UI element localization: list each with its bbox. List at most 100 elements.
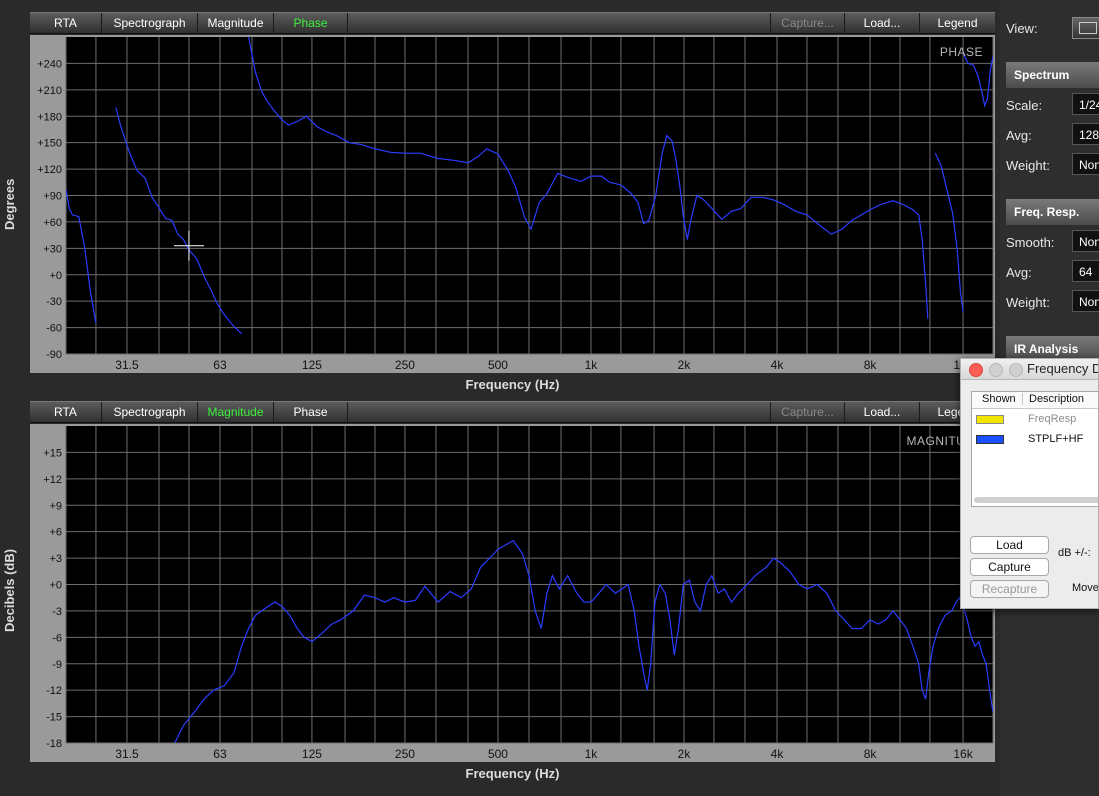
- tab-spectrograph-bottom[interactable]: Spectrograph: [102, 402, 198, 422]
- y-tick-label: +90: [43, 191, 62, 203]
- y-tick-label: -12: [46, 685, 62, 697]
- y-tick-label: +210: [37, 85, 62, 97]
- close-window-icon[interactable]: [969, 363, 983, 377]
- view-toggle-button[interactable]: [1072, 17, 1099, 39]
- x-tick-label: 250: [395, 747, 415, 761]
- trace-color-swatch[interactable]: [976, 415, 1004, 424]
- x-tick-label: 125: [302, 747, 322, 761]
- x-tick-label: 4k: [771, 747, 785, 761]
- top-tab-bar: RTA Spectrograph Magnitude Phase Capture…: [30, 12, 995, 34]
- dialog-title: Frequency Data: [1027, 361, 1098, 376]
- tab-rta-bottom[interactable]: RTA: [30, 402, 102, 422]
- y-tick-label: +15: [43, 447, 62, 459]
- trace-description: STPLF+HF: [1028, 433, 1084, 445]
- move-label: Move: [1072, 582, 1099, 594]
- phase-chart-panel: -90 -60 -30 +0 +30 +60 +90 +120 +150 +180 +210 +240…: [30, 35, 995, 373]
- chart-title: PHASE: [940, 45, 983, 59]
- db-offset-label: dB +/-:: [1058, 547, 1091, 559]
- tab-magnitude[interactable]: Magnitude: [198, 13, 274, 33]
- freq-resp-smooth-label: Smooth:: [1006, 235, 1055, 250]
- tab-phase[interactable]: Phase: [274, 13, 348, 33]
- capture-button[interactable]: Capture...: [770, 13, 845, 33]
- y-tick-label: -9: [52, 659, 62, 671]
- trace-row[interactable]: STPLF+HF: [972, 431, 1098, 449]
- y-tick-label: +9: [49, 500, 62, 512]
- load-button[interactable]: Load...: [845, 13, 920, 33]
- y-tick-label: +120: [37, 164, 62, 176]
- y-tick-label: -15: [46, 712, 62, 724]
- x-tick-label: 16k: [953, 747, 973, 761]
- x-tick-label: 1k: [585, 747, 599, 761]
- x-tick-label: 250: [395, 358, 415, 372]
- freq-resp-avg-label: Avg:: [1006, 265, 1032, 280]
- y-tick-label: +6: [49, 527, 62, 539]
- trace-list[interactable]: Shown Description FreqResp STPLF+HF: [971, 391, 1098, 507]
- y-tick-label: +12: [43, 474, 62, 486]
- y-tick-label: -6: [52, 632, 62, 644]
- y-tick-label: +60: [43, 217, 62, 229]
- y-tick-label: +30: [43, 243, 62, 255]
- frequency-data-dialog: Frequency Data Shown Description FreqRes…: [960, 358, 1099, 609]
- tab-spectrograph[interactable]: Spectrograph: [102, 13, 198, 33]
- magnitude-y-axis-label: Decibels (dB): [2, 548, 17, 632]
- y-tick-label: +180: [37, 111, 62, 123]
- magnitude-chart[interactable]: -18 -15 -12 -9 -6 -3 +0 +3 +6 +9 +12 +15 31.5 63 125 25…: [30, 424, 995, 762]
- dialog-title-bar[interactable]: Frequency Data: [961, 359, 1098, 380]
- y-tick-label: -60: [46, 323, 62, 335]
- freq-resp-weight-select[interactable]: None: [1072, 290, 1099, 312]
- window-icon: [1079, 22, 1097, 34]
- x-tick-label: 2k: [678, 747, 692, 761]
- spectrum-section-header[interactable]: Spectrum: [1006, 62, 1099, 88]
- spectrum-avg-label: Avg:: [1006, 128, 1032, 143]
- spectrum-scale-label: Scale:: [1006, 98, 1043, 113]
- description-column-header[interactable]: Description: [1022, 393, 1084, 405]
- x-tick-label: 8k: [864, 358, 878, 372]
- x-tick-label: 125: [302, 358, 322, 372]
- freq-resp-smooth-select[interactable]: None: [1072, 230, 1099, 252]
- x-tick-label: 500: [488, 358, 508, 372]
- dialog-recapture-button[interactable]: Recapture: [970, 580, 1049, 598]
- minimize-window-icon[interactable]: [989, 363, 1003, 377]
- zoom-window-icon[interactable]: [1009, 363, 1023, 377]
- phase-x-axis-label: Frequency (Hz): [465, 377, 560, 392]
- y-tick-label: +150: [37, 138, 62, 150]
- load-button-bottom[interactable]: Load...: [845, 402, 920, 422]
- trace-description: FreqResp: [1028, 413, 1077, 425]
- shown-column-header[interactable]: Shown: [982, 393, 1016, 405]
- spectrum-weight-label: Weight:: [1006, 158, 1050, 173]
- spectrum-scale-select[interactable]: 1/24: [1072, 93, 1099, 115]
- y-tick-label: +240: [37, 58, 62, 70]
- capture-button-bottom[interactable]: Capture...: [770, 402, 845, 422]
- x-tick-label: 1k: [585, 358, 599, 372]
- list-horizontal-scrollbar[interactable]: [974, 497, 1098, 503]
- view-label: View:: [1006, 21, 1038, 36]
- x-tick-label: 8k: [864, 747, 878, 761]
- trace-color-swatch[interactable]: [976, 435, 1004, 444]
- freq-resp-section-header[interactable]: Freq. Resp.: [1006, 199, 1099, 225]
- x-tick-label: 31.5: [115, 747, 139, 761]
- tab-rta[interactable]: RTA: [30, 13, 102, 33]
- x-tick-label: 63: [213, 747, 227, 761]
- bottom-tab-bar: RTA Spectrograph Magnitude Phase Capture…: [30, 401, 995, 423]
- y-tick-label: -30: [46, 296, 62, 308]
- freq-resp-weight-label: Weight:: [1006, 295, 1050, 310]
- magnitude-x-axis-label: Frequency (Hz): [465, 766, 560, 781]
- y-tick-label: +0: [49, 270, 62, 282]
- trace-list-header: Shown Description: [972, 392, 1098, 409]
- x-tick-label: 31.5: [115, 358, 139, 372]
- y-tick-label: -90: [46, 349, 62, 361]
- tab-phase-bottom[interactable]: Phase: [274, 402, 348, 422]
- freq-resp-avg-select[interactable]: 64: [1072, 260, 1099, 282]
- spectrum-avg-select[interactable]: 128: [1072, 123, 1099, 145]
- dialog-load-button[interactable]: Load: [970, 536, 1049, 554]
- y-tick-label: +0: [49, 580, 62, 592]
- y-tick-label: -18: [46, 738, 62, 750]
- y-tick-label: +3: [49, 553, 62, 565]
- dialog-capture-button[interactable]: Capture: [970, 558, 1049, 576]
- x-tick-label: 4k: [771, 358, 785, 372]
- trace-row[interactable]: FreqResp: [972, 411, 1098, 429]
- legend-button[interactable]: Legend: [920, 13, 995, 33]
- tab-magnitude-bottom[interactable]: Magnitude: [198, 402, 274, 422]
- spectrum-weight-select[interactable]: None: [1072, 153, 1099, 175]
- phase-chart[interactable]: -90 -60 -30 +0 +30 +60 +90 +120 +150 +180 +210 +240…: [30, 35, 995, 373]
